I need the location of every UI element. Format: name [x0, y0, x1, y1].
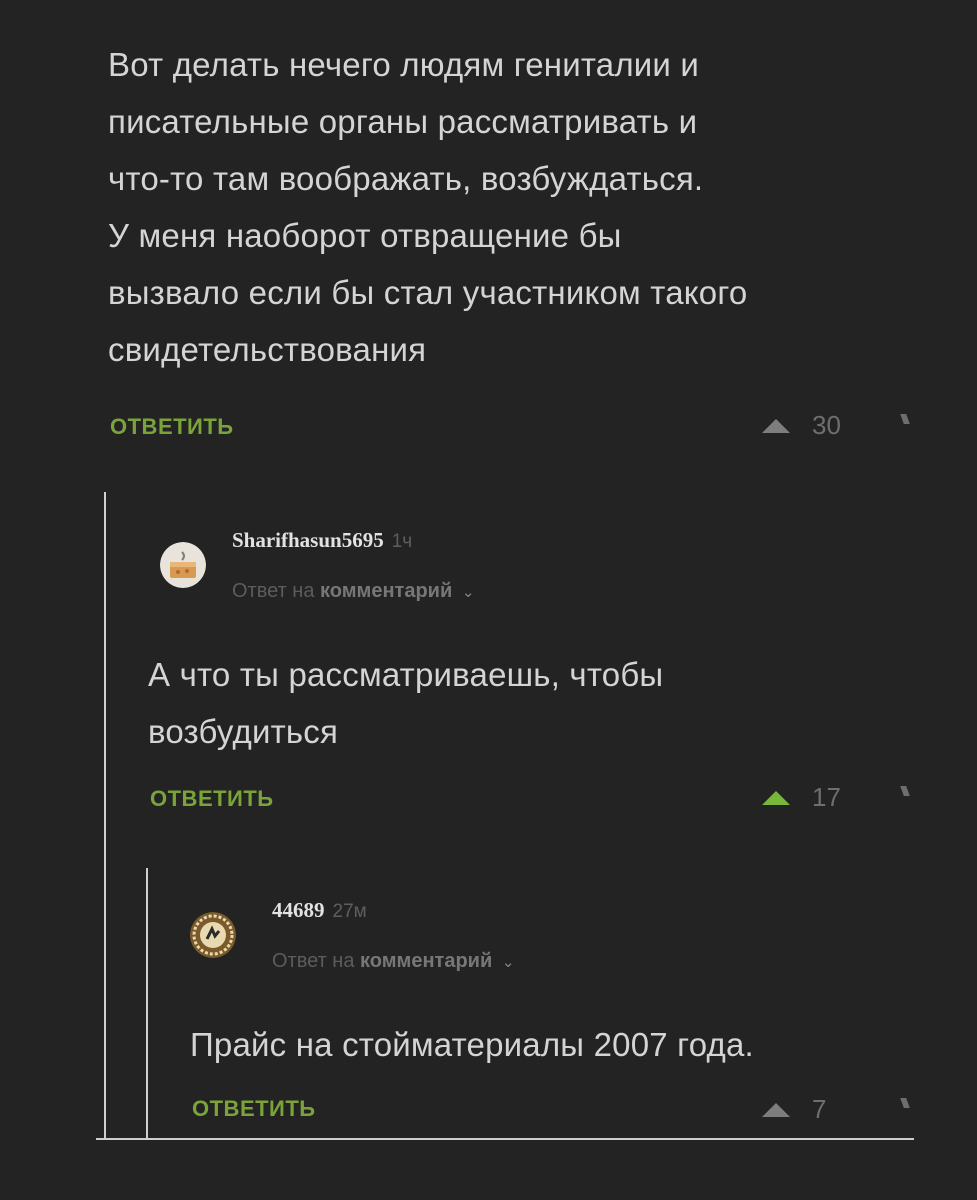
avatar-image [160, 542, 206, 588]
downvote-arrow-icon[interactable] [900, 1098, 910, 1108]
reply-to-link[interactable]: Ответ на комментарий ⌄ [272, 950, 514, 973]
comment-1-line: вызвало если бы стал участником такого [108, 274, 748, 311]
vote-count: 17 [812, 782, 841, 812]
comment-3-votes: 7 [762, 1094, 826, 1125]
comment-1-line: писательные органы рассматривать и [108, 103, 698, 140]
upvote-arrow-icon[interactable] [762, 1102, 790, 1117]
timestamp: 1ч [391, 531, 413, 552]
downvote-arrow-icon[interactable] [900, 414, 910, 424]
comment-2-line: возбудиться [148, 713, 339, 750]
upvote-arrow-icon[interactable] [762, 790, 790, 805]
comment-2-body: А что ты рассматриваешь, чтобы возбудить… [148, 646, 663, 760]
reply-to-target: комментарий [360, 950, 493, 972]
vote-count: 7 [812, 1094, 827, 1124]
comment-3-body: Прайс на стойматериалы 2007 года. [190, 1016, 754, 1073]
downvote-arrow-icon[interactable] [900, 786, 910, 796]
username[interactable]: Sharifhasun5695 [232, 528, 384, 553]
thread-line [104, 492, 106, 1140]
vote-count: 30 [812, 410, 841, 440]
comment-2-header: Sharifhasun5695 1ч [232, 528, 412, 553]
username[interactable]: 44689 [272, 898, 325, 923]
comment-2-reply-button[interactable]: ОТВЕТИТЬ [150, 786, 274, 812]
comment-1-votes: 30 [762, 410, 841, 441]
comment-2-votes: 17 [762, 782, 841, 813]
comment-1-reply-button[interactable]: ОТВЕТИТЬ [110, 414, 234, 440]
upvote-arrow-icon[interactable] [762, 418, 790, 433]
comment-1-body: Вот делать нечего людям гениталии и писа… [108, 36, 747, 378]
comment-3-header: 44689 27м [272, 898, 367, 923]
comment-1-line: что-то там воображать, возбуждаться. [108, 160, 704, 197]
reply-to-prefix: Ответ на [272, 950, 355, 972]
timestamp: 27м [332, 901, 367, 922]
chevron-down-icon: ⌄ [501, 954, 515, 971]
reply-to-link[interactable]: Ответ на комментарий ⌄ [232, 580, 474, 603]
comment-1-line: Вот делать нечего людям гениталии и [108, 46, 700, 83]
avatar[interactable] [190, 912, 236, 958]
avatar[interactable] [160, 542, 206, 588]
reply-to-prefix: Ответ на [232, 580, 315, 602]
avatar-image [190, 912, 236, 958]
comment-3-reply-button[interactable]: ОТВЕТИТЬ [192, 1096, 316, 1122]
comment-1-line: свидетельствования [108, 331, 427, 368]
thread-line [146, 868, 148, 1140]
comment-2-line: А что ты рассматриваешь, чтобы [148, 656, 664, 693]
chevron-down-icon: ⌄ [461, 584, 475, 601]
reply-to-target: комментарий [320, 580, 453, 602]
comment-3-line: Прайс на стойматериалы 2007 года. [190, 1026, 754, 1063]
comment-1-line: У меня наоборот отвращение бы [108, 217, 622, 254]
thread-bottom-border [96, 1138, 914, 1140]
